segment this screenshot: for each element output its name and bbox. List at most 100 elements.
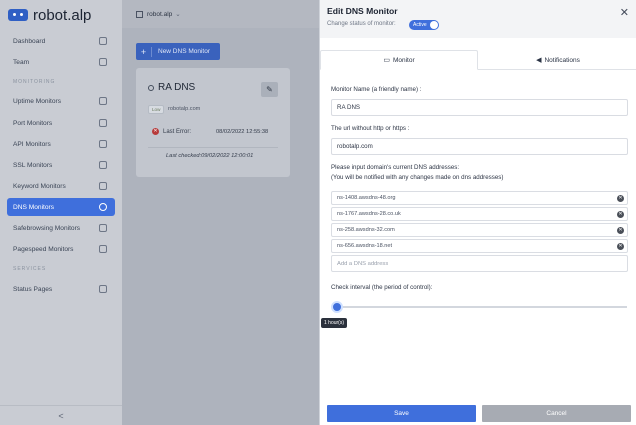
robot-logo-icon <box>8 9 28 21</box>
cancel-button[interactable]: Cancel <box>482 405 631 422</box>
monitor-name-value: RA DNS <box>337 104 361 111</box>
status-indicator-icon <box>148 85 154 91</box>
remove-icon[interactable]: ✕ <box>617 227 624 234</box>
error-icon: ✕ <box>152 128 159 135</box>
monitor-card[interactable]: RA DNS ✎ Low robotalp.com ✕ Last Error: … <box>136 68 290 177</box>
user-icon <box>99 58 107 66</box>
close-icon[interactable]: ✕ <box>620 6 629 19</box>
url-value: robotalp.com <box>337 143 373 150</box>
plus-icon: + <box>136 46 152 57</box>
sidebar-item-label: Dashboard <box>13 37 46 45</box>
dns-label: Please input domain's current DNS addres… <box>331 164 460 171</box>
drive-icon <box>99 119 107 127</box>
pen-icon <box>99 182 107 190</box>
dns-address-value: ns-656.awsdns-18.net <box>337 243 393 249</box>
sidebar-item-label: Pagespeed Monitors <box>13 245 74 253</box>
workspace-selector[interactable]: robot.alp ⌄ <box>122 0 319 28</box>
tab-label: Monitor <box>392 56 415 64</box>
activity-icon <box>99 37 107 45</box>
monitor-name-input[interactable]: RA DNS <box>331 99 628 116</box>
lock-icon <box>99 161 107 169</box>
panel-title: Edit DNS Monitor <box>327 6 398 16</box>
new-dns-monitor-label: New DNS Monitor <box>158 48 211 55</box>
sidebar-item-label: SSL Monitors <box>13 161 53 169</box>
sidebar-item-label: Status Pages <box>13 285 53 293</box>
interval-slider-thumb[interactable] <box>331 301 343 313</box>
sidebar-item-team[interactable]: Team <box>7 53 115 71</box>
toggle-knob <box>430 21 438 29</box>
sidebar-item-ssl-monitors[interactable]: SSL Monitors <box>7 156 115 174</box>
dns-address-value: ns-1767.awsdns-28.co.uk <box>337 211 401 217</box>
last-checked: Last checked:09/02/2022 12:00:01 <box>166 153 254 159</box>
section-monitoring: MONITORING <box>13 79 56 85</box>
dns-address-row[interactable]: ns-1767.awsdns-28.co.uk ✕ <box>331 207 628 221</box>
monitor-card-title: RA DNS <box>158 82 196 93</box>
sidebar-item-label: Keyword Monitors <box>13 182 66 190</box>
monitor-name-label: Monitor Name (a friendly name) : <box>331 86 422 93</box>
dns-address-row[interactable]: ns-1408.awsdns-48.org ✕ <box>331 191 628 205</box>
sidebar-item-port-monitors[interactable]: Port Monitors <box>7 114 115 132</box>
dns-address-row[interactable]: ns-656.awsdns-18.net ✕ <box>331 239 628 253</box>
sidebar-item-safebrowsing-monitors[interactable]: Safebrowsing Monitors <box>7 219 115 237</box>
tab-notifications[interactable]: ◀ Notifications <box>479 50 636 70</box>
sidebar-item-api-monitors[interactable]: API Monitors <box>7 135 115 153</box>
save-button[interactable]: Save <box>327 405 476 422</box>
status-toggle[interactable]: Active <box>409 20 439 30</box>
add-dns-placeholder: Add a DNS address <box>337 260 389 267</box>
shield-icon <box>99 224 107 232</box>
interval-slider-track[interactable] <box>336 306 627 308</box>
rss-icon <box>99 140 107 148</box>
url-label: The url without http or https : <box>331 125 410 132</box>
chevron-left-icon: < <box>58 410 64 421</box>
sidebar-item-label: Team <box>13 58 30 66</box>
tab-label: Notifications <box>544 56 580 64</box>
add-dns-address-input[interactable]: Add a DNS address <box>331 255 628 272</box>
edit-monitor-button[interactable]: ✎ <box>261 82 278 97</box>
panel-tabs: ▭ Monitor ◀ Notifications <box>320 50 636 70</box>
dns-address-value: ns-258.awsdns-32.com <box>337 227 395 233</box>
workspace-name: robot.alp <box>147 10 173 18</box>
sidebar-item-status-pages[interactable]: Status Pages <box>7 280 115 298</box>
sidebar-item-label: DNS Monitors <box>13 203 55 211</box>
pencil-icon: ✎ <box>266 85 273 94</box>
section-services: SERVICES <box>13 266 47 272</box>
check-circle-icon <box>99 203 107 211</box>
main-content: robot.alp ⌄ + New DNS Monitor RA DNS ✎ L… <box>122 0 319 425</box>
remove-icon[interactable]: ✕ <box>617 243 624 250</box>
sidebar-item-pagespeed-monitors[interactable]: Pagespeed Monitors <box>7 240 115 258</box>
dns-address-value: ns-1408.awsdns-48.org <box>337 195 396 201</box>
tab-monitor[interactable]: ▭ Monitor <box>320 50 478 70</box>
sidebar-item-label: API Monitors <box>13 140 51 148</box>
sidebar-item-keyword-monitors[interactable]: Keyword Monitors <box>7 177 115 195</box>
remove-icon[interactable]: ✕ <box>617 195 624 202</box>
panel-subtitle: Change status of monitor: <box>327 21 396 27</box>
panel-header: Edit DNS Monitor Change status of monito… <box>320 0 636 38</box>
sidebar-item-label: Port Monitors <box>13 119 53 127</box>
calendar-icon <box>99 97 107 105</box>
gauge-icon <box>99 245 107 253</box>
monitor-url: robotalp.com <box>168 106 201 112</box>
sidebar-item-label: Safebrowsing Monitors <box>13 224 81 232</box>
dns-hint: (You will be notified with any changes m… <box>331 174 504 181</box>
monitor-icon: ▭ <box>383 57 390 64</box>
last-error-value: 08/02/2022 12:55:38 <box>216 129 269 135</box>
interval-label: Check interval (the period of control): <box>331 284 433 291</box>
grid-icon <box>136 10 143 18</box>
brand-logo[interactable]: robot.alp <box>8 6 91 24</box>
priority-badge: Low <box>148 105 165 114</box>
sidebar-collapse-button[interactable]: < <box>0 405 122 425</box>
sidebar-item-dns-monitors[interactable]: DNS Monitors <box>7 198 115 216</box>
remove-icon[interactable]: ✕ <box>617 211 624 218</box>
new-dns-monitor-button[interactable]: + New DNS Monitor <box>136 43 220 60</box>
sidebar-item-dashboard[interactable]: Dashboard <box>7 32 115 50</box>
last-error-label: Last Error: <box>163 129 192 135</box>
brand-name: robot.alp <box>33 6 92 24</box>
chevron-down-icon: ⌄ <box>175 11 181 18</box>
sidebar-item-uptime-monitors[interactable]: Uptime Monitors <box>7 92 115 110</box>
dns-address-row[interactable]: ns-258.awsdns-32.com ✕ <box>331 223 628 237</box>
url-input[interactable]: robotalp.com <box>331 138 628 155</box>
edit-dns-monitor-panel: Edit DNS Monitor Change status of monito… <box>319 0 636 425</box>
sidebar-item-label: Uptime Monitors <box>13 97 62 105</box>
card-divider <box>148 147 278 148</box>
sidebar: robot.alp Dashboard Team MONITORING Upti… <box>0 0 122 425</box>
